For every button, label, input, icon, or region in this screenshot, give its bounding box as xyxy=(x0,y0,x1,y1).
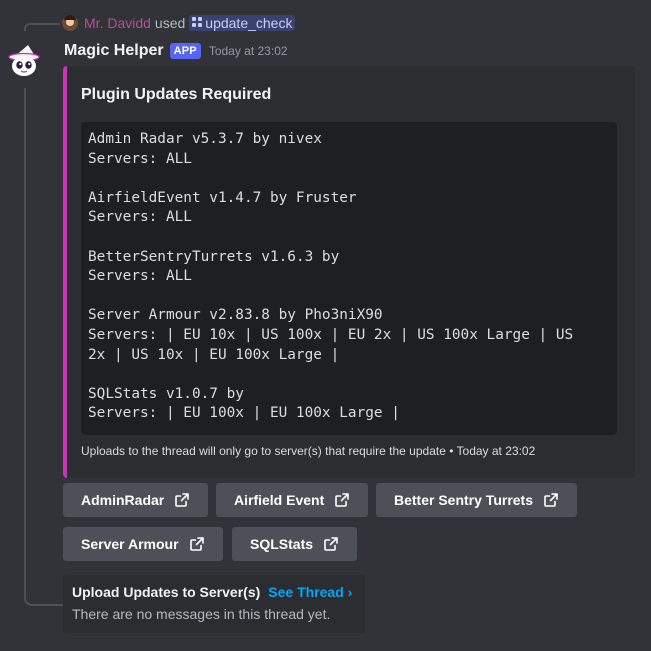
code-line: Servers: | EU 10x | US 100x | EU 2x | US… xyxy=(88,326,574,343)
code-block: Admin Radar v5.3.7 by nivex Servers: ALL A… xyxy=(81,122,617,435)
better-sentry-turrets-link-button[interactable]: Better Sentry Turrets xyxy=(376,483,578,517)
thread-name[interactable]: Upload Updates to Server(s) xyxy=(72,584,260,600)
wizard-ghost-avatar-icon xyxy=(8,45,40,76)
reply-username[interactable]: Mr. Davidd xyxy=(84,15,151,31)
see-thread-link[interactable]: See Thread › xyxy=(268,584,352,600)
command-name: update_check xyxy=(205,15,293,31)
message-timestamp[interactable]: Today at 23:02 xyxy=(209,44,288,58)
button-label: Better Sentry Turrets xyxy=(394,492,534,508)
external-link-icon xyxy=(335,493,350,507)
thread-connector-line xyxy=(24,88,64,606)
command-chip[interactable]: update_check xyxy=(189,15,296,31)
button-label: Server Armour xyxy=(81,536,179,552)
bot-avatar[interactable] xyxy=(4,42,44,82)
code-line: Servers: ALL xyxy=(88,209,192,226)
reply-connector-line xyxy=(24,23,60,31)
airfield-event-link-button[interactable]: Airfield Event xyxy=(216,483,369,517)
code-line: AirfieldEvent v1.4.7 by Fruster xyxy=(88,189,357,206)
slash-command-icon xyxy=(192,16,203,30)
button-label: AdminRadar xyxy=(81,492,165,508)
code-line: Servers: ALL xyxy=(88,150,192,167)
external-link-icon xyxy=(324,537,338,551)
server-armour-link-button[interactable]: Server Armour xyxy=(63,527,223,561)
code-line: Server Armour v2.83.8 by Pho3niX90 xyxy=(88,307,383,324)
sqlstats-link-button[interactable]: SQLStats xyxy=(232,527,358,561)
external-link-icon xyxy=(189,537,204,551)
adminradar-link-button[interactable]: AdminRadar xyxy=(63,483,209,517)
app-badge: APP xyxy=(169,43,201,59)
code-line: BetterSentryTurrets v1.6.3 by xyxy=(88,248,340,265)
embed-footer: Uploads to the thread will only go to se… xyxy=(81,444,536,458)
code-line: SQLStats v1.0.7 by xyxy=(88,385,244,402)
thread-header: Upload Updates to Server(s) See Thread › xyxy=(72,584,356,600)
code-line: Servers: ALL xyxy=(88,268,192,285)
button-label: SQLStats xyxy=(250,536,314,552)
thread-empty-message: There are no messages in this thread yet… xyxy=(72,606,331,622)
thread-preview-card[interactable]: Upload Updates to Server(s) See Thread ›… xyxy=(63,575,365,633)
external-link-icon xyxy=(175,493,190,507)
command-reply-header: Mr. Davidd used update_check xyxy=(62,13,296,33)
code-line: Servers: | EU 100x | EU 100x Large | xyxy=(88,405,400,422)
embed-accent-bar xyxy=(63,66,67,478)
embed-title: Plugin Updates Required xyxy=(81,86,272,103)
message-header: Magic Helper APP Today at 23:02 xyxy=(64,40,288,62)
user-avatar[interactable] xyxy=(62,15,78,31)
button-label: Airfield Event xyxy=(234,492,325,508)
code-line: 2x | US 10x | EU 100x Large | xyxy=(88,346,340,363)
bot-username[interactable]: Magic Helper xyxy=(64,42,164,60)
code-line: Admin Radar v5.3.7 by nivex xyxy=(88,131,322,147)
external-link-icon xyxy=(544,493,558,507)
reply-used-text: used xyxy=(154,15,186,31)
